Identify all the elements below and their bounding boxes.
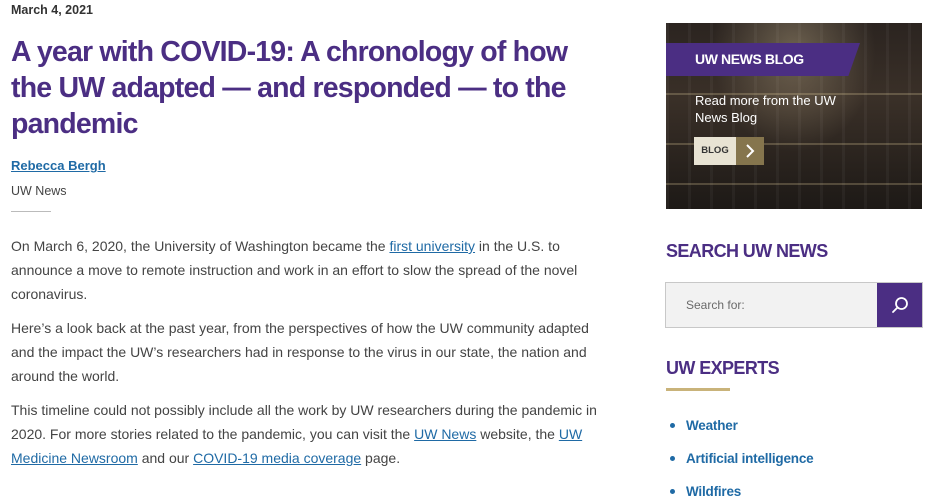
search-button[interactable] <box>877 283 922 327</box>
article-source: UW News <box>11 184 67 198</box>
divider <box>11 211 51 212</box>
paragraph-text: and our <box>137 450 194 466</box>
covid-media-coverage-link[interactable]: COVID-19 media coverage <box>193 450 361 466</box>
search-input[interactable] <box>666 283 877 327</box>
gold-divider <box>666 388 730 391</box>
paragraph-text: website, the <box>476 426 559 442</box>
bullet-icon <box>670 456 675 461</box>
paragraph-timeline: This timeline could not possibly include… <box>11 398 609 470</box>
library-image-detail <box>666 183 922 185</box>
experts-list: Weather Artificial intelligence Wildfire… <box>670 409 814 499</box>
expert-item-artificial-intelligence[interactable]: Artificial intelligence <box>670 442 814 475</box>
paragraph-text: page. <box>361 450 401 466</box>
blog-banner-label: UW NEWS BLOG <box>695 51 804 67</box>
news-blog-card: UW NEWS BLOG Read more from the UW News … <box>666 23 922 209</box>
blog-description: Read more from the UW News Blog <box>695 93 836 125</box>
search-heading: SEARCH UW NEWS <box>666 241 828 261</box>
first-university-link[interactable]: first university <box>389 238 475 254</box>
uw-news-link[interactable]: UW News <box>414 426 476 442</box>
expert-label: Artificial intelligence <box>686 451 814 466</box>
search-icon <box>891 297 908 313</box>
paragraph-intro: On March 6, 2020, the University of Wash… <box>11 234 609 306</box>
expert-item-wildfires[interactable]: Wildfires <box>670 475 813 499</box>
blog-button[interactable]: BLOG <box>694 137 764 165</box>
expert-item-weather[interactable]: Weather <box>670 409 813 442</box>
bullet-icon <box>670 423 675 428</box>
expert-label: Wildfires <box>686 484 742 499</box>
paragraph-text: On March 6, 2020, the University of Wash… <box>11 238 390 254</box>
blog-banner: UW NEWS BLOG <box>666 43 860 76</box>
experts-heading: UW EXPERTS <box>666 358 780 378</box>
article-date: March 4, 2021 <box>11 3 93 17</box>
blog-button-label: BLOG <box>694 137 736 165</box>
search-form <box>665 282 923 328</box>
paragraph-lookback: Here’s a look back at the past year, fro… <box>11 320 589 384</box>
expert-label: Weather <box>686 418 738 433</box>
author-link[interactable]: Rebecca Bergh <box>11 158 106 173</box>
bullet-icon <box>670 489 675 494</box>
article-title: A year with COVID-19: A chronology of ho… <box>11 36 568 140</box>
chevron-right-icon <box>736 137 764 165</box>
